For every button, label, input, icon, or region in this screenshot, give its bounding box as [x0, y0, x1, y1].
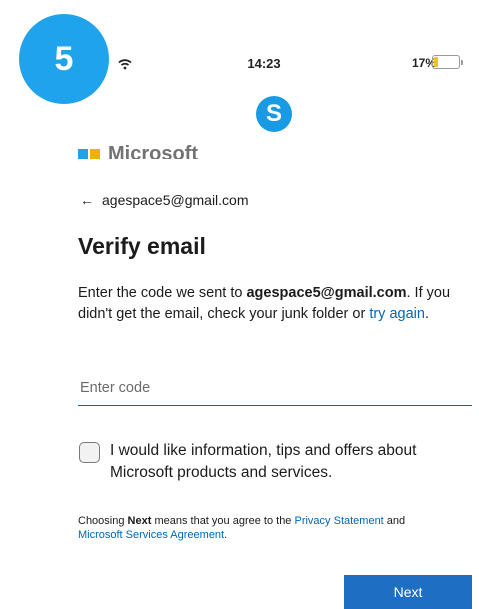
try-again-link[interactable]: try again [369, 306, 425, 322]
skype-logo: S [256, 96, 292, 132]
terms-next-bold: Next [127, 515, 152, 527]
page-title: Verify email [78, 233, 206, 259]
microsoft-squares-icon [78, 149, 100, 159]
battery-icon [432, 55, 463, 69]
instructions-text: Enter the code we sent to agespace5@gmai… [78, 285, 451, 322]
account-email: agespace5@gmail.com [102, 192, 249, 208]
microsoft-logo: Microsoft [78, 145, 198, 159]
privacy-statement-link[interactable]: Privacy Statement [294, 515, 383, 527]
microsoft-wordmark: Microsoft [108, 145, 198, 159]
status-time: 14:23 [247, 56, 281, 71]
marketing-checkbox[interactable] [79, 442, 100, 463]
marketing-checkbox-label[interactable]: I would like information, tips and offer… [110, 440, 450, 484]
wifi-icon [118, 59, 132, 70]
services-agreement-link[interactable]: Microsoft Services Agreement [78, 529, 224, 541]
instructions-email: agespace5@gmail.com [246, 285, 407, 301]
code-input[interactable] [78, 370, 472, 406]
back-arrow-icon[interactable]: ← [80, 192, 94, 208]
terms-text: Choosing Next means that you agree to th… [78, 515, 406, 541]
account-back-row[interactable]: ← agespace5@gmail.com [80, 192, 249, 208]
step-number-badge: 5 [19, 14, 109, 104]
battery-level-fill [434, 57, 438, 67]
next-button[interactable]: Next [344, 575, 472, 609]
